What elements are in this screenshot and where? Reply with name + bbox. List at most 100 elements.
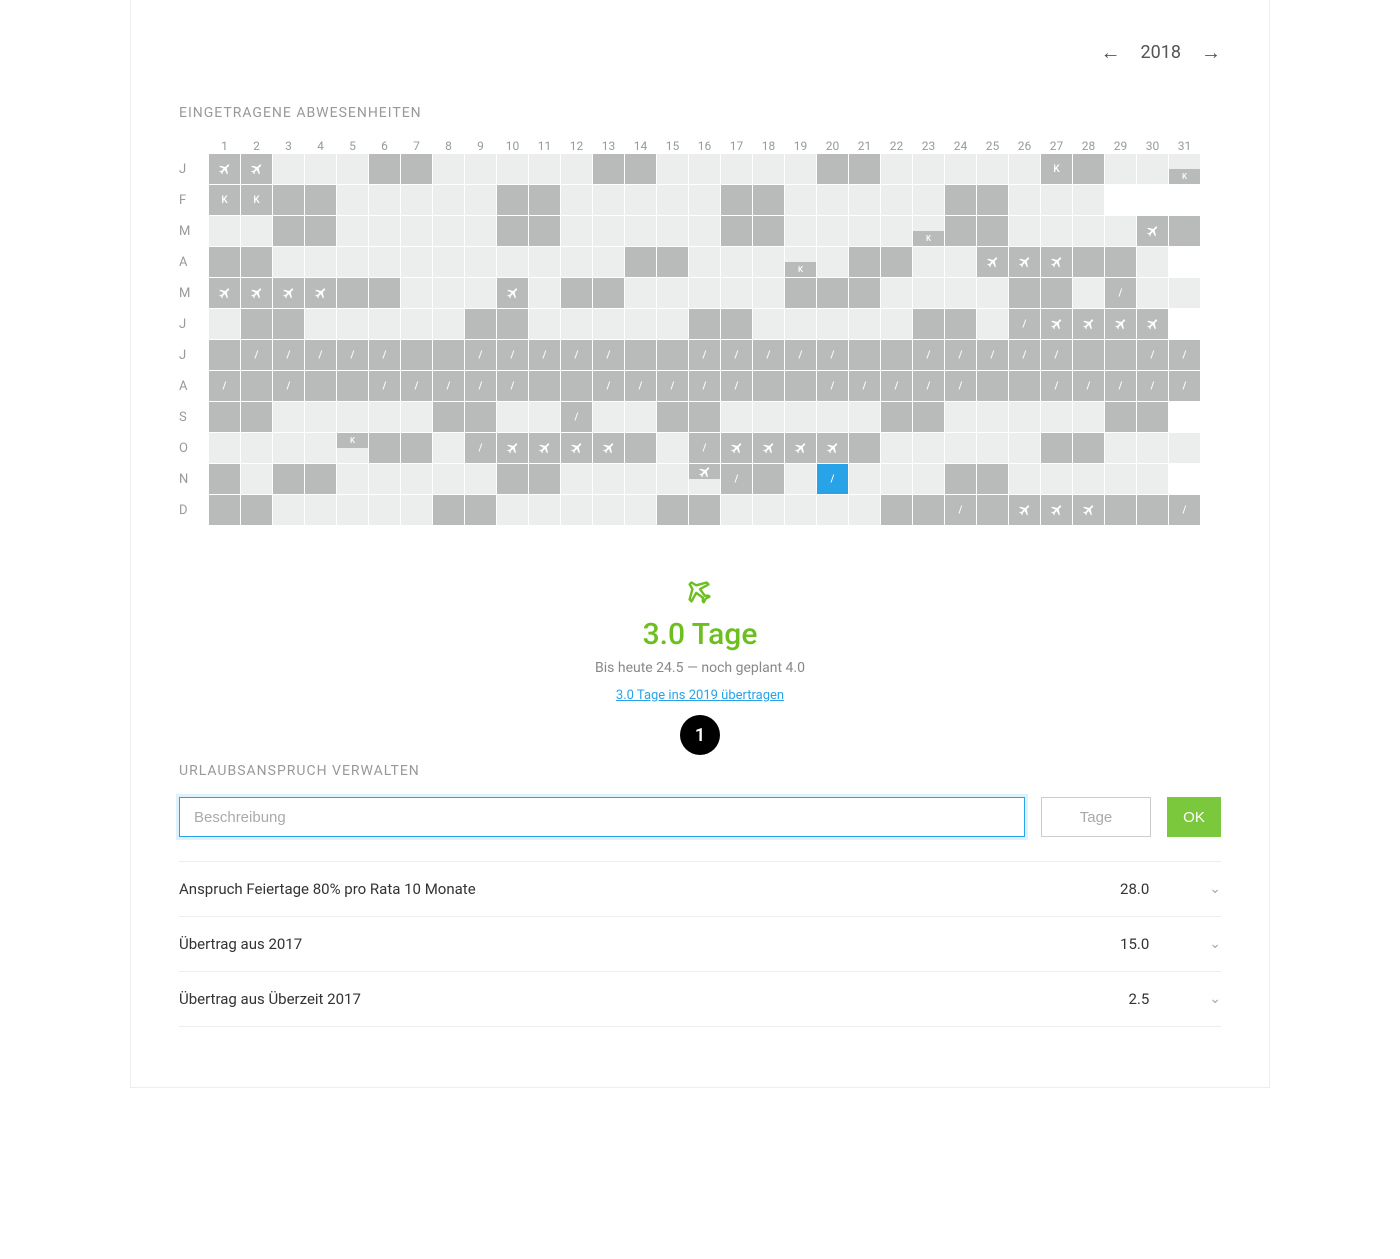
- calendar-cell[interactable]: [1105, 154, 1136, 184]
- calendar-cell[interactable]: /: [689, 433, 720, 463]
- calendar-cell[interactable]: [881, 464, 912, 494]
- calendar-cell[interactable]: [529, 216, 560, 246]
- calendar-cell[interactable]: /: [337, 340, 368, 370]
- calendar-cell[interactable]: [753, 371, 784, 401]
- calendar-cell[interactable]: [689, 278, 720, 308]
- calendar-cell[interactable]: [977, 495, 1008, 525]
- calendar-cell[interactable]: /: [721, 371, 752, 401]
- calendar-cell[interactable]: /: [433, 371, 464, 401]
- calendar-cell[interactable]: [945, 185, 976, 215]
- calendar-cell[interactable]: [785, 278, 816, 308]
- calendar-cell[interactable]: [1009, 154, 1040, 184]
- calendar-cell[interactable]: [977, 433, 1008, 463]
- calendar-cell[interactable]: [849, 154, 880, 184]
- calendar-cell[interactable]: [209, 495, 240, 525]
- calendar-cell[interactable]: [945, 278, 976, 308]
- calendar-cell[interactable]: [433, 495, 464, 525]
- calendar-cell[interactable]: [1105, 464, 1136, 494]
- calendar-cell[interactable]: [753, 495, 784, 525]
- calendar-cell[interactable]: [881, 402, 912, 432]
- calendar-cell[interactable]: [721, 402, 752, 432]
- calendar-cell[interactable]: [529, 278, 560, 308]
- calendar-cell[interactable]: [369, 402, 400, 432]
- calendar-cell[interactable]: [337, 185, 368, 215]
- calendar-cell[interactable]: [817, 309, 848, 339]
- calendar-cell[interactable]: /: [1169, 371, 1200, 401]
- calendar-cell[interactable]: [785, 495, 816, 525]
- calendar-cell[interactable]: [241, 464, 272, 494]
- calendar-cell[interactable]: [945, 464, 976, 494]
- calendar-cell[interactable]: [401, 278, 432, 308]
- calendar-cell[interactable]: [1009, 402, 1040, 432]
- calendar-cell[interactable]: [881, 495, 912, 525]
- calendar-cell[interactable]: [1169, 185, 1200, 215]
- calendar-cell[interactable]: [689, 402, 720, 432]
- calendar-cell[interactable]: [785, 185, 816, 215]
- calendar-cell[interactable]: [529, 371, 560, 401]
- calendar-cell[interactable]: [657, 495, 688, 525]
- calendar-cell[interactable]: [305, 309, 336, 339]
- calendar-cell[interactable]: [209, 247, 240, 277]
- calendar-cell[interactable]: [1041, 216, 1072, 246]
- calendar-cell[interactable]: [593, 464, 624, 494]
- calendar-cell[interactable]: [817, 216, 848, 246]
- calendar-cell[interactable]: [209, 278, 240, 308]
- calendar-cell[interactable]: /: [945, 495, 976, 525]
- calendar-cell[interactable]: [753, 464, 784, 494]
- calendar-cell[interactable]: /: [1009, 340, 1040, 370]
- calendar-cell[interactable]: [881, 340, 912, 370]
- calendar-cell[interactable]: [305, 464, 336, 494]
- calendar-cell[interactable]: [1105, 495, 1136, 525]
- calendar-cell[interactable]: /: [497, 371, 528, 401]
- calendar-cell[interactable]: [465, 278, 496, 308]
- calendar-cell[interactable]: [209, 154, 240, 184]
- calendar-cell[interactable]: [241, 402, 272, 432]
- calendar-cell[interactable]: [401, 495, 432, 525]
- calendar-cell[interactable]: [657, 464, 688, 494]
- calendar-cell[interactable]: [817, 495, 848, 525]
- calendar-cell[interactable]: [497, 247, 528, 277]
- calendar-cell[interactable]: /: [529, 340, 560, 370]
- calendar-cell[interactable]: [369, 216, 400, 246]
- calendar-cell[interactable]: [273, 464, 304, 494]
- calendar-cell[interactable]: [561, 433, 592, 463]
- calendar-cell[interactable]: [1105, 247, 1136, 277]
- calendar-cell[interactable]: [561, 464, 592, 494]
- calendar-cell[interactable]: [1009, 464, 1040, 494]
- calendar-cell[interactable]: [1073, 495, 1104, 525]
- calendar-cell[interactable]: [305, 402, 336, 432]
- calendar-cell[interactable]: [913, 278, 944, 308]
- calendar-cell[interactable]: [721, 216, 752, 246]
- calendar-cell[interactable]: [689, 464, 720, 494]
- calendar-cell[interactable]: [1073, 433, 1104, 463]
- calendar-cell[interactable]: [273, 154, 304, 184]
- calendar-cell[interactable]: [753, 433, 784, 463]
- calendar-cell[interactable]: [337, 371, 368, 401]
- calendar-cell[interactable]: [401, 154, 432, 184]
- calendar-cell[interactable]: [337, 216, 368, 246]
- calendar-cell[interactable]: [657, 185, 688, 215]
- calendar-cell[interactable]: [945, 247, 976, 277]
- calendar-cell[interactable]: [977, 371, 1008, 401]
- calendar-cell[interactable]: [1009, 371, 1040, 401]
- calendar-cell[interactable]: [337, 402, 368, 432]
- calendar-cell[interactable]: [881, 185, 912, 215]
- calendar-cell[interactable]: [913, 464, 944, 494]
- calendar-cell[interactable]: /: [593, 371, 624, 401]
- calendar-cell[interactable]: [1073, 278, 1104, 308]
- calendar-cell[interactable]: /: [785, 340, 816, 370]
- calendar-cell[interactable]: [433, 433, 464, 463]
- calendar-cell[interactable]: /: [465, 433, 496, 463]
- calendar-cell[interactable]: [625, 433, 656, 463]
- calendar-cell[interactable]: [369, 247, 400, 277]
- calendar-cell[interactable]: [465, 464, 496, 494]
- calendar-cell[interactable]: /: [369, 340, 400, 370]
- calendar-cell[interactable]: [1137, 433, 1168, 463]
- calendar-cell[interactable]: [753, 247, 784, 277]
- calendar-cell[interactable]: [881, 309, 912, 339]
- calendar-cell[interactable]: [753, 216, 784, 246]
- calendar-cell[interactable]: [529, 464, 560, 494]
- chevron-down-icon[interactable]: ⌄: [1209, 991, 1221, 1007]
- calendar-cell[interactable]: [369, 433, 400, 463]
- chevron-down-icon[interactable]: ⌄: [1209, 936, 1221, 952]
